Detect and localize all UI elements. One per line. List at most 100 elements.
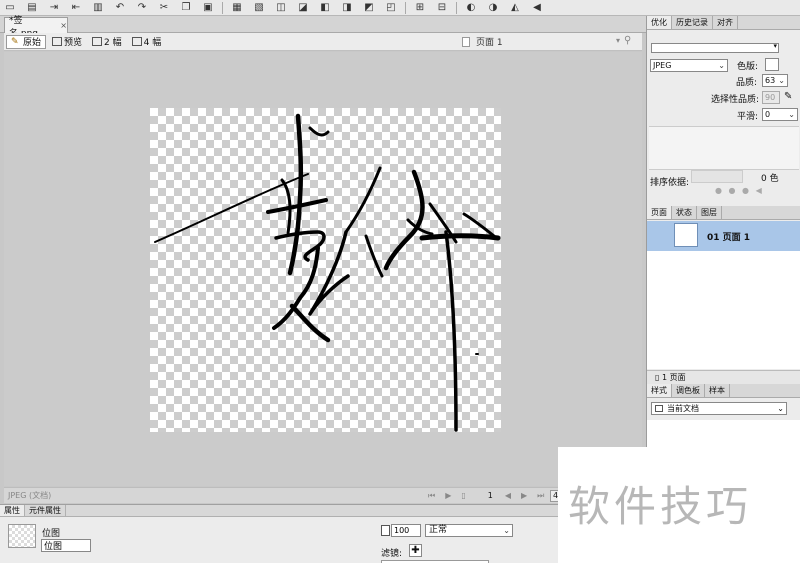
tab-optimize[interactable]: 优化	[647, 16, 672, 29]
page-thumbnail	[674, 223, 698, 247]
rotate-right-icon[interactable]: ◑	[485, 1, 501, 15]
opacity-icon	[381, 525, 390, 536]
align-icon[interactable]: ⊞	[412, 1, 428, 15]
next-frame-icon[interactable]: ▶	[521, 491, 527, 500]
distribute-icon[interactable]: ⊟	[434, 1, 450, 15]
group-icon[interactable]: ▦	[229, 1, 245, 15]
status-text: JPEG (文档)	[8, 491, 52, 500]
four-up-icon	[131, 37, 142, 46]
pencil-icon: ✎	[11, 36, 19, 47]
chevron-down-icon: ⌄	[778, 76, 785, 85]
preset-select[interactable]: ▾	[651, 42, 779, 53]
properties-panel: 属性 元件属性 位图 正常 ⌄ 滤镜: ✚	[0, 504, 560, 563]
tab-layers[interactable]: 图层	[697, 206, 722, 219]
copy-icon[interactable]: ❐	[178, 1, 194, 15]
matte-label: 色版:	[737, 62, 759, 72]
opacity-input[interactable]	[391, 524, 421, 537]
stop-icon[interactable]: ▯	[461, 491, 465, 500]
watermark-text: 软件技巧	[568, 482, 753, 531]
view-original-button[interactable]: ✎ 原始	[6, 34, 47, 49]
tab-align[interactable]: 对齐	[713, 16, 738, 29]
tab-swatches[interactable]: 调色板	[672, 384, 705, 397]
edit-icon[interactable]: ✎	[784, 91, 792, 102]
page-item-label: 01 页面 1	[707, 233, 751, 243]
sort-select[interactable]	[691, 170, 743, 183]
tab-history[interactable]: 历史记录	[672, 16, 713, 29]
quality-input[interactable]: 63 ⌄	[762, 74, 788, 87]
watermark: 软件技巧	[558, 447, 800, 563]
tab-pages[interactable]: 页面	[647, 206, 672, 219]
artboard[interactable]	[150, 108, 501, 432]
cut-icon[interactable]: ✂	[156, 1, 172, 15]
pages-footer: ▯ 1 页面	[647, 370, 800, 384]
status-bar: JPEG (文档) ⏮ ▶ ▯ 1 ◀ ▶ ⏭ 4	[4, 487, 642, 503]
view-preview-button[interactable]: 预览	[48, 35, 86, 49]
split-icon[interactable]: ◪	[295, 1, 311, 15]
frame-number: 1	[487, 491, 493, 500]
object-thumbnail	[8, 524, 36, 548]
bring-front-icon[interactable]: ◧	[317, 1, 333, 15]
chevron-down-icon[interactable]: ▾	[616, 36, 620, 45]
redo-icon[interactable]: ↷	[134, 1, 150, 15]
palette-tools-icon[interactable]: ● ● ● ◀	[715, 186, 764, 195]
page-list-item[interactable]: 01 页面 1	[647, 221, 800, 251]
prev-frame-icon[interactable]: ◀	[505, 491, 511, 500]
chevron-down-icon: ⌄	[503, 526, 510, 535]
main-toolbar: ▭ ▤ ⇥ ⇤ ▥ ↶ ↷ ✂ ❐ ▣ ▦ ▧ ◫ ◪ ◧ ◨ ◩ ◰ ⊞ ⊟ …	[0, 0, 800, 16]
tab-samples[interactable]: 样本	[705, 384, 730, 397]
rotate-left-icon[interactable]: ◐	[463, 1, 479, 15]
onion-skin-icon[interactable]: ⚲	[624, 35, 631, 46]
tab-symbol-properties[interactable]: 元件属性	[25, 505, 66, 516]
send-backward-icon[interactable]: ◩	[361, 1, 377, 15]
tab-states[interactable]: 状态	[672, 206, 697, 219]
first-frame-icon[interactable]: ⏮	[428, 491, 435, 501]
bring-forward-icon[interactable]: ◨	[339, 1, 355, 15]
close-icon[interactable]: ×	[60, 21, 67, 30]
page-icon: ▯	[655, 373, 660, 382]
selective-quality-input[interactable]: 90	[762, 91, 780, 104]
ungroup-icon[interactable]: ▧	[251, 1, 267, 15]
format-select[interactable]: JPEG ⌄	[650, 59, 728, 72]
quality-label: 品质:	[736, 78, 758, 88]
image-icon	[52, 37, 63, 46]
filters-label: 滤镜:	[381, 549, 403, 559]
view-2up-button[interactable]: 2 幅	[88, 35, 126, 49]
view-bar: ✎ 原始 预览 2 幅 4 幅 页面 1 ▾ ⚲	[4, 33, 642, 51]
document-tabbar: *签名.png ×	[0, 16, 646, 39]
play-icon[interactable]: ▶	[445, 491, 451, 500]
undo-icon[interactable]: ↶	[112, 1, 128, 15]
chevron-down-icon: ▾	[773, 42, 777, 50]
view-4up-button[interactable]: 4 幅	[128, 35, 166, 49]
smoothing-label: 平滑:	[737, 112, 759, 122]
chevron-down-icon: ⌄	[718, 61, 725, 70]
last-frame-icon[interactable]: ⏭	[537, 491, 544, 501]
two-up-icon	[92, 37, 103, 46]
export-icon[interactable]: ⇤	[68, 1, 84, 15]
join-icon[interactable]: ◫	[273, 1, 289, 15]
flip-horizontal-icon[interactable]: ◭	[507, 1, 523, 15]
tab-properties[interactable]: 属性	[0, 505, 25, 516]
object-name-input[interactable]	[41, 539, 91, 552]
canvas-area[interactable]	[4, 52, 642, 486]
blend-mode-select[interactable]: 正常 ⌄	[425, 524, 513, 537]
send-back-icon[interactable]: ◰	[383, 1, 399, 15]
add-filter-button[interactable]: ✚	[409, 544, 422, 557]
paste-icon[interactable]: ▣	[200, 1, 216, 15]
flip-vertical-icon[interactable]: ◀	[529, 1, 545, 15]
tab-styles[interactable]: 样式	[647, 384, 672, 397]
signature-image	[154, 113, 501, 432]
page-icon	[462, 36, 470, 47]
pages-list	[647, 251, 800, 369]
chevron-down-icon: ⌄	[777, 404, 784, 413]
document-tab[interactable]: *签名.png ×	[4, 16, 68, 39]
colors-count: 0 色	[761, 174, 779, 184]
styles-source-select[interactable]: 当前文档 ⌄	[651, 402, 787, 415]
print-icon[interactable]: ▥	[90, 1, 106, 15]
chevron-down-icon: ⌄	[788, 110, 795, 119]
smoothing-select[interactable]: 0 ⌄	[762, 108, 798, 121]
palette-preview	[649, 126, 799, 170]
sort-label: 排序依据:	[650, 178, 690, 188]
frame-nav: ⏮ ▶ ▯ 1 ◀ ▶ ⏭	[428, 491, 554, 501]
matte-color-swatch[interactable]	[765, 58, 779, 71]
page-selector[interactable]: 页面 1	[462, 35, 503, 48]
